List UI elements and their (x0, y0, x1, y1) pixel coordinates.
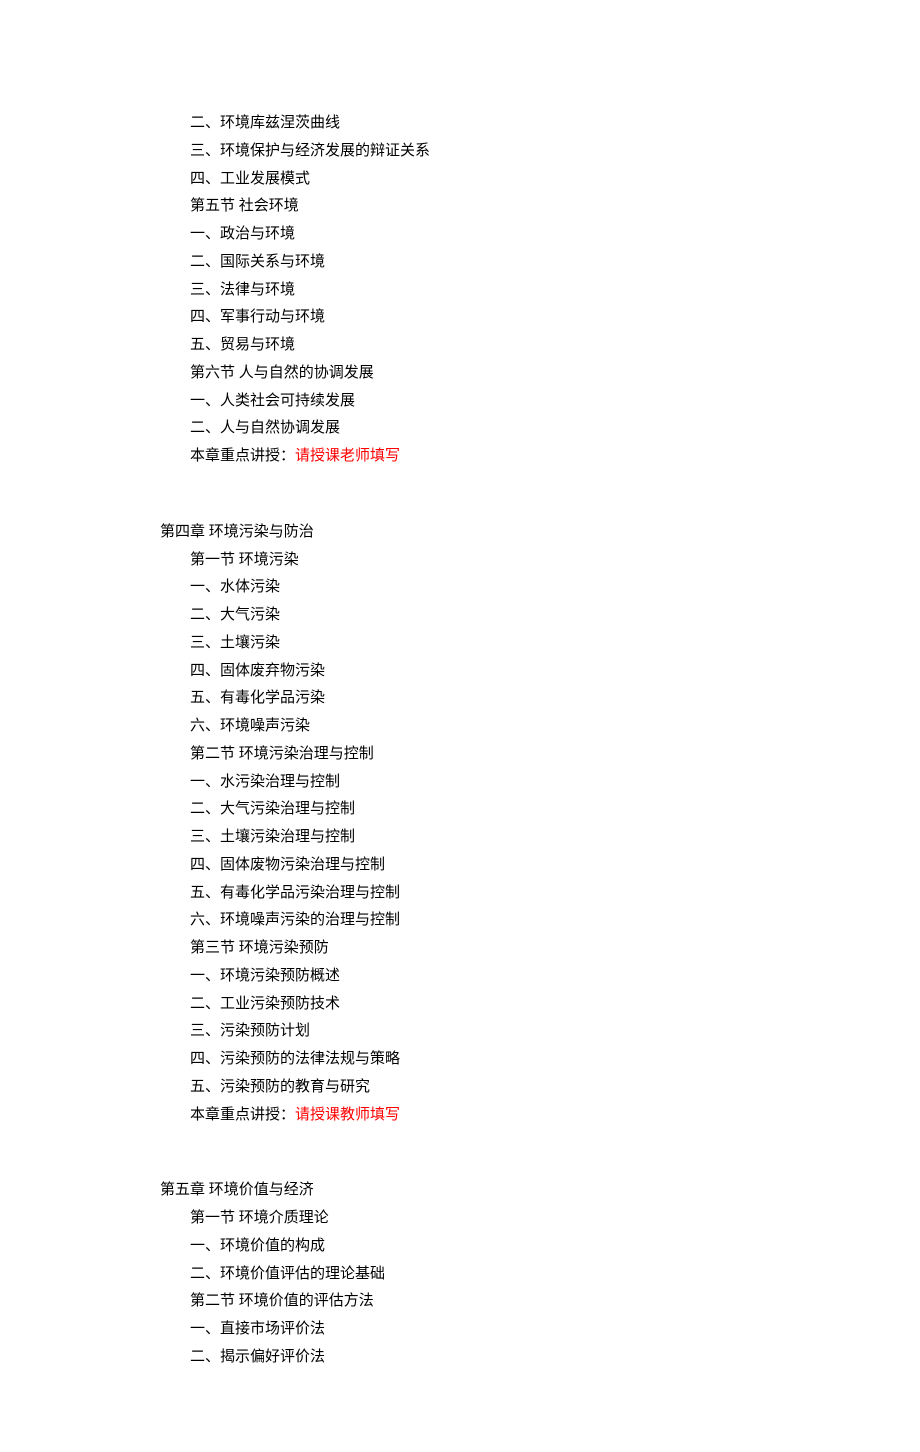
chapter5-title: 第五章 环境价值与经济 (160, 1177, 820, 1205)
outline-item: 二、大气污染 (160, 602, 820, 630)
outline-item: 一、环境价值的构成 (160, 1233, 820, 1261)
outline-item: 二、环境库兹涅茨曲线 (160, 110, 820, 138)
chapter4-items: 第一节 环境污染 一、水体污染 二、大气污染 三、土壤污染 四、固体废弃物污染 … (160, 547, 820, 1130)
outline-item: 三、法律与环境 (160, 277, 820, 305)
outline-item: 二、国际关系与环境 (160, 249, 820, 277)
focus-prefix: 本章重点讲授： (190, 1107, 295, 1123)
outline-item: 五、贸易与环境 (160, 332, 820, 360)
outline-item: 二、工业污染预防技术 (160, 991, 820, 1019)
outline-item: 第六节 人与自然的协调发展 (160, 360, 820, 388)
outline-item: 三、污染预防计划 (160, 1018, 820, 1046)
outline-item: 三、土壤污染治理与控制 (160, 824, 820, 852)
outline-item: 第一节 环境介质理论 (160, 1205, 820, 1233)
outline-item: 五、有毒化学品污染治理与控制 (160, 880, 820, 908)
chapter-focus: 本章重点讲授：请授课老师填写 (160, 443, 820, 471)
outline-item: 二、人与自然协调发展 (160, 415, 820, 443)
block1-items: 二、环境库兹涅茨曲线 三、环境保护与经济发展的辩证关系 四、工业发展模式 第五节… (160, 110, 820, 471)
outline-item: 六、环境噪声污染 (160, 713, 820, 741)
chapter5-items: 第一节 环境介质理论 一、环境价值的构成 二、环境价值评估的理论基础 第二节 环… (160, 1205, 820, 1372)
outline-item: 一、水体污染 (160, 574, 820, 602)
outline-item: 五、污染预防的教育与研究 (160, 1074, 820, 1102)
spacer (160, 1129, 820, 1153)
chapter4-title: 第四章 环境污染与防治 (160, 519, 820, 547)
outline-item: 五、有毒化学品污染 (160, 685, 820, 713)
outline-item: 四、污染预防的法律法规与策略 (160, 1046, 820, 1074)
outline-item: 三、环境保护与经济发展的辩证关系 (160, 138, 820, 166)
outline-item: 第二节 环境污染治理与控制 (160, 741, 820, 769)
outline-item: 二、环境价值评估的理论基础 (160, 1261, 820, 1289)
outline-item: 四、固体废弃物污染 (160, 658, 820, 686)
chapter-focus: 本章重点讲授：请授课教师填写 (160, 1102, 820, 1130)
outline-item: 一、人类社会可持续发展 (160, 388, 820, 416)
outline-item: 四、固体废物污染治理与控制 (160, 852, 820, 880)
outline-item: 二、揭示偏好评价法 (160, 1344, 820, 1372)
outline-item: 二、大气污染治理与控制 (160, 796, 820, 824)
focus-prefix: 本章重点讲授： (190, 448, 295, 464)
focus-highlight-text: 请授课老师填写 (295, 448, 400, 464)
outline-item: 六、环境噪声污染的治理与控制 (160, 907, 820, 935)
outline-item: 三、土壤污染 (160, 630, 820, 658)
outline-item: 四、军事行动与环境 (160, 304, 820, 332)
outline-item: 一、水污染治理与控制 (160, 769, 820, 797)
outline-item: 第一节 环境污染 (160, 547, 820, 575)
outline-item: 第二节 环境价值的评估方法 (160, 1288, 820, 1316)
outline-item: 四、工业发展模式 (160, 166, 820, 194)
outline-item: 一、环境污染预防概述 (160, 963, 820, 991)
spacer (160, 471, 820, 495)
outline-item: 一、直接市场评价法 (160, 1316, 820, 1344)
outline-item: 第三节 环境污染预防 (160, 935, 820, 963)
outline-item: 一、政治与环境 (160, 221, 820, 249)
outline-item: 第五节 社会环境 (160, 193, 820, 221)
focus-highlight-text: 请授课教师填写 (295, 1107, 400, 1123)
